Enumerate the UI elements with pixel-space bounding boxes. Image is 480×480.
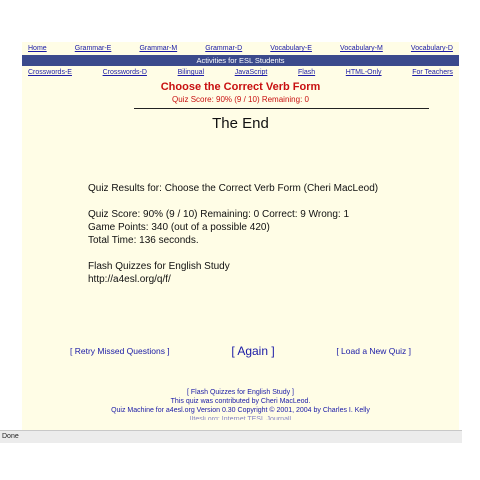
nav-vocabulary-m[interactable]: Vocabulary-M [340, 45, 383, 52]
nav-for-teachers[interactable]: For Teachers [412, 69, 453, 76]
nav-crosswords-d[interactable]: Crosswords-D [103, 69, 147, 76]
nav-javascript[interactable]: JavaScript [235, 69, 268, 76]
nav-grammar-m[interactable]: Grammar-M [139, 45, 177, 52]
nav-vocabulary-d[interactable]: Vocabulary-D [411, 45, 453, 52]
nav-bilingual[interactable]: Bilingual [178, 69, 204, 76]
retry-missed-link[interactable]: [ Retry Missed Questions ] [70, 346, 170, 356]
nav-top: Home Grammar-E Grammar-M Grammar-D Vocab… [22, 42, 459, 55]
quiz-score-line: Quiz Score: 90% (9 / 10) Remaining: 0 [172, 95, 309, 104]
nav-grammar-e[interactable]: Grammar-E [75, 45, 112, 52]
quiz-page: Home Grammar-E Grammar-M Grammar-D Vocab… [22, 42, 459, 432]
game-points: Game Points: 340 (out of a possible 420) [88, 222, 270, 233]
footer-cut-link[interactable]: [Iteslj.org: Internet TESL Journal] [22, 415, 459, 420]
site-banner: Activities for ESL Students [22, 55, 459, 66]
footer: [ Flash Quizzes for English Study ] This… [22, 388, 459, 420]
nav-grammar-d[interactable]: Grammar-D [205, 45, 242, 52]
nav-crosswords-e[interactable]: Crosswords-E [28, 69, 72, 76]
action-links: [ Retry Missed Questions ] [ Again ] [ L… [22, 344, 459, 358]
score-detail: Quiz Score: 90% (9 / 10) Remaining: 0 Co… [88, 209, 350, 220]
again-link[interactable]: [ Again ] [231, 344, 274, 358]
total-time: Total Time: 136 seconds. [88, 235, 199, 246]
load-new-quiz-link[interactable]: [ Load a New Quiz ] [336, 346, 411, 356]
nav-html-only[interactable]: HTML-Only [346, 69, 382, 76]
flash-title: Flash Quizzes for English Study [88, 261, 230, 272]
footer-machine: Quiz Machine for a4esl.org Version 0.30 … [111, 407, 370, 414]
quiz-title: Choose the Correct Verb Form [160, 81, 321, 93]
nav-flash[interactable]: Flash [298, 69, 315, 76]
nav-bottom: Crosswords-E Crosswords-D Bilingual Java… [22, 66, 459, 79]
footer-flash-link[interactable]: [ Flash Quizzes for English Study ] [22, 388, 459, 397]
flash-url: http://a4esl.org/q/f/ [88, 274, 171, 285]
nav-home[interactable]: Home [28, 45, 47, 52]
results-panel: Quiz Results for: Choose the Correct Ver… [88, 182, 378, 286]
nav-vocabulary-e[interactable]: Vocabulary-E [270, 45, 312, 52]
divider [134, 108, 429, 109]
end-heading: The End [212, 115, 269, 132]
results-for: Quiz Results for: Choose the Correct Ver… [88, 183, 379, 194]
status-bar: Done [0, 430, 462, 443]
footer-contributed: This quiz was contributed by Cheri MacLe… [170, 398, 311, 405]
